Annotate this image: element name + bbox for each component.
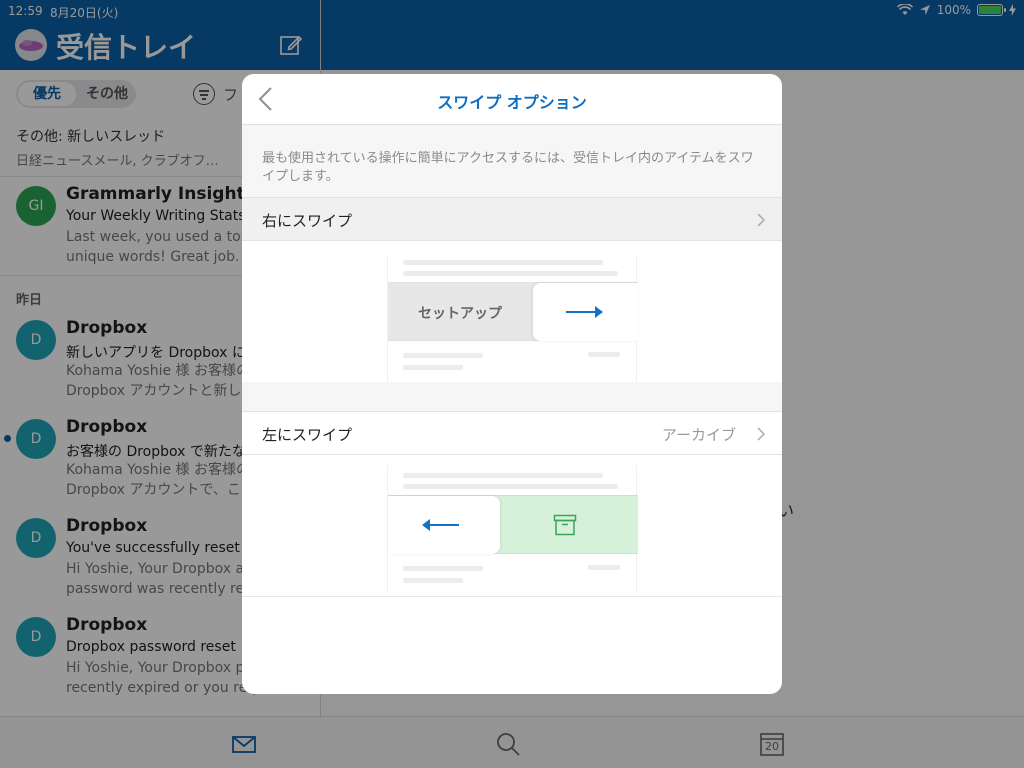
swipe-action-area: セットアップ (388, 282, 638, 341)
description-area: 最も使用されている操作に簡単にアクセスするには、受信トレイ内のアイテムをスワイプ… (242, 125, 782, 197)
section-spacer (242, 382, 782, 411)
chevron-right-icon (757, 427, 766, 441)
swipe-action-area (388, 495, 638, 554)
chevron-right-icon (757, 213, 766, 227)
swipe-left-illustration (242, 455, 782, 596)
divider (242, 596, 782, 597)
modal-header: スワイプ オプション (242, 74, 782, 125)
illustration-frame: セットアップ (387, 255, 638, 382)
swiped-mail-card (533, 283, 638, 341)
arrow-left-icon (422, 519, 459, 531)
modal-title: スワイプ オプション (437, 93, 587, 112)
swipe-right-row[interactable]: 右にスワイプ (242, 197, 782, 241)
swipe-right-action-label: セットアップ (418, 306, 502, 322)
archive-icon (553, 514, 577, 536)
swipe-right-label: 右にスワイプ (262, 212, 353, 230)
swipe-left-row[interactable]: 左にスワイプ アーカイブ (242, 411, 782, 455)
swipe-left-label: 左にスワイプ (262, 426, 353, 444)
swiped-mail-card (388, 496, 500, 554)
arrow-right-icon (566, 306, 603, 318)
swipe-options-modal: スワイプ オプション 最も使用されている操作に簡単にアクセスするには、受信トレイ… (242, 74, 782, 694)
description-text: 最も使用されている操作に簡単にアクセスするには、受信トレイ内のアイテムをスワイプ… (262, 151, 754, 184)
swipe-right-illustration: セットアップ (242, 241, 782, 382)
illustration-frame (387, 465, 638, 592)
swipe-left-value: アーカイブ (661, 426, 736, 444)
